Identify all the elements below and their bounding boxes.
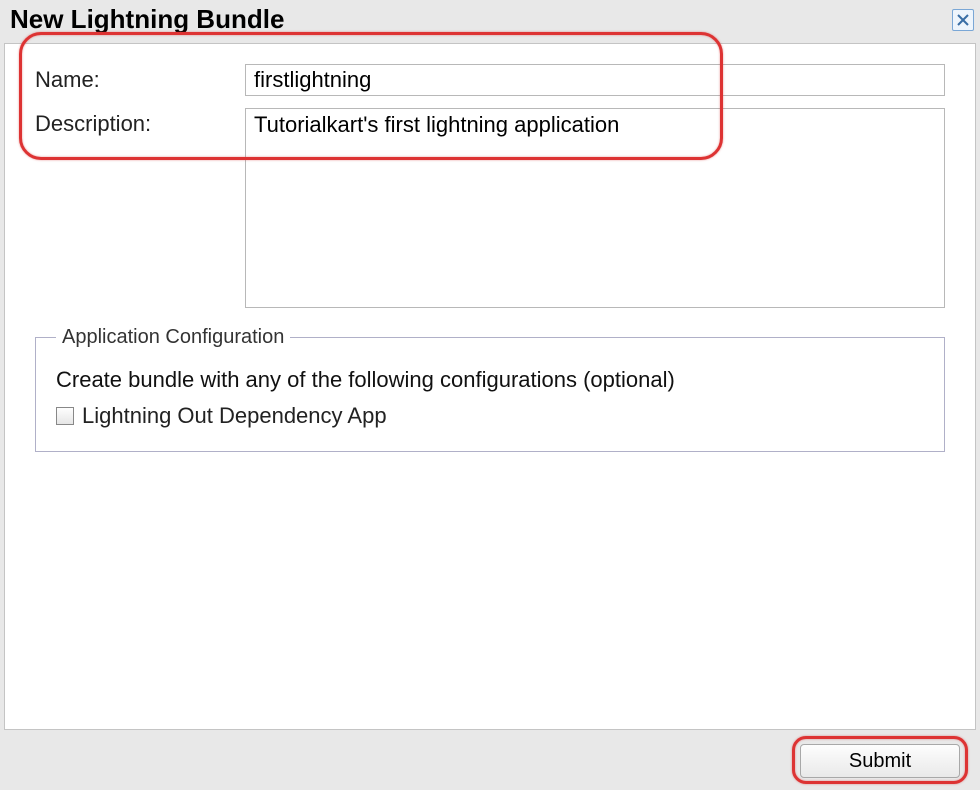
application-configuration-legend: Application Configuration bbox=[56, 326, 290, 349]
config-option-row: Lightning Out Dependency App bbox=[56, 403, 924, 429]
dialog-titlebar: New Lightning Bundle bbox=[0, 0, 980, 43]
name-row: Name: bbox=[35, 64, 945, 96]
description-label: Description: bbox=[35, 108, 245, 137]
submit-button[interactable]: Submit bbox=[800, 744, 960, 778]
name-input[interactable] bbox=[245, 64, 945, 96]
new-lightning-bundle-dialog: New Lightning Bundle Name: Description: … bbox=[0, 0, 980, 790]
dialog-title: New Lightning Bundle bbox=[10, 4, 284, 35]
lightning-out-dependency-label: Lightning Out Dependency App bbox=[82, 403, 387, 429]
dialog-content: Name: Description: Application Configura… bbox=[4, 43, 976, 730]
application-configuration-fieldset: Application Configuration Create bundle … bbox=[35, 326, 945, 452]
configuration-hint: Create bundle with any of the following … bbox=[56, 367, 924, 393]
description-row: Description: bbox=[35, 108, 945, 308]
dialog-footer: Submit bbox=[0, 730, 980, 790]
description-input[interactable] bbox=[245, 108, 945, 308]
close-icon bbox=[957, 14, 969, 26]
close-button[interactable] bbox=[952, 9, 974, 31]
lightning-out-dependency-checkbox[interactable] bbox=[56, 407, 74, 425]
name-label: Name: bbox=[35, 64, 245, 93]
